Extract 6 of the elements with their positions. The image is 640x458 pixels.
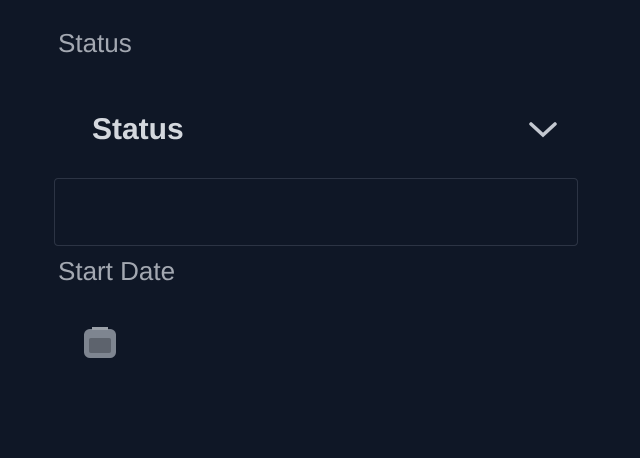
field-label: Status xyxy=(58,27,133,60)
input-field[interactable] xyxy=(54,178,578,246)
chevron-down-icon xyxy=(528,121,558,139)
calendar-icon[interactable] xyxy=(82,326,118,360)
status-dropdown[interactable]: Status xyxy=(58,100,568,160)
field-label: Start Date xyxy=(58,255,176,288)
